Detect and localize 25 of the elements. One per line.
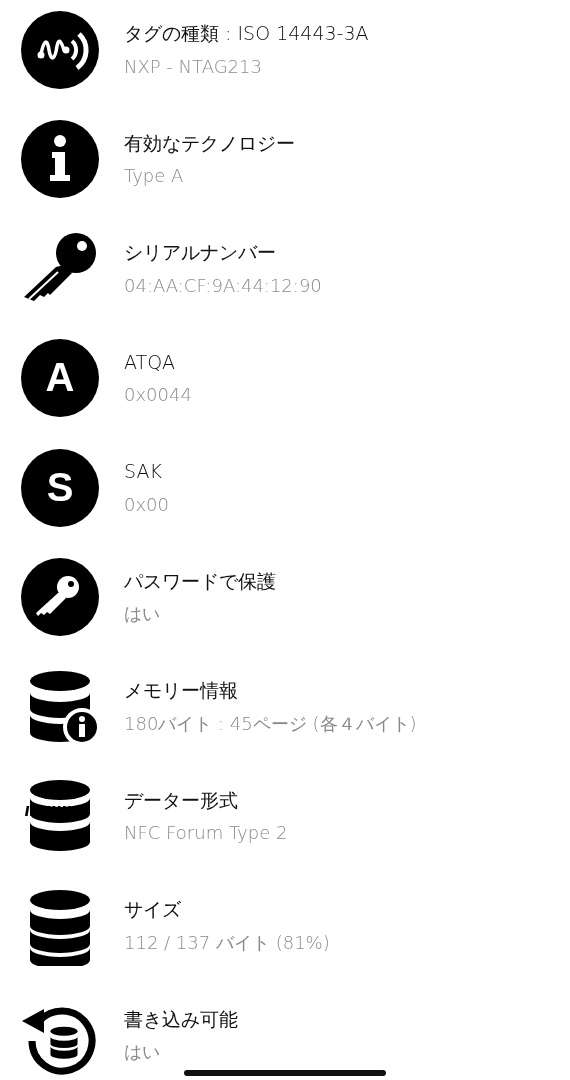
row-value: 180バイト : 45ページ (各４バイト): [124, 712, 417, 735]
row-value: Type A: [124, 165, 185, 187]
row-title: 有効なテクノロジー: [124, 131, 295, 155]
row-value: 0x0044: [124, 384, 192, 406]
row-value: 0x00: [124, 493, 169, 516]
row-title: SAK: [124, 460, 163, 483]
row-value: 112 / 137 バイト (81%): [124, 931, 330, 954]
key-icon: [20, 557, 100, 638]
letter-icon: S: [20, 447, 100, 528]
row-title: シリアルナンバー: [124, 241, 277, 264]
row-value: はい: [124, 603, 161, 625]
row-title: 書き込み可能: [124, 1007, 238, 1031]
row-value: NXP - NTAG213: [124, 55, 263, 78]
row-title: ATQA: [124, 350, 177, 374]
row-value: NFC Forum Type 2: [124, 822, 288, 844]
row-title: サイズ: [124, 898, 182, 921]
row-value: はい: [124, 1041, 161, 1063]
letter-icon: A: [20, 338, 100, 419]
row-title: タグの種類 : ISO 14443-3A: [124, 22, 369, 45]
info-icon: [20, 119, 100, 200]
nfc-icon: [20, 9, 100, 90]
row-title: パスワードで保護: [124, 569, 276, 593]
row-value: 04:AA:CF:9A:44:12:90: [124, 274, 322, 297]
row-title: データー形式: [124, 788, 239, 812]
row-title: メモリー情報: [124, 679, 239, 702]
